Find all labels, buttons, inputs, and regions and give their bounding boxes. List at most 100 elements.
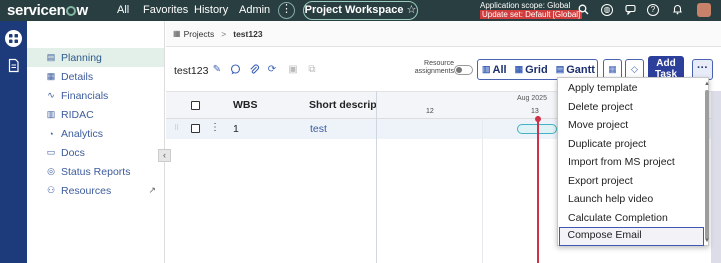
sidebar-item-label: Financials xyxy=(61,89,109,102)
short-description-cell[interactable]: test xyxy=(310,123,327,135)
sidebar-item-label: Docs xyxy=(61,146,85,159)
sidebar-item-resources[interactable]: ⚇ Resources ↗ xyxy=(27,181,164,200)
wbs-cell[interactable]: 1 xyxy=(233,123,239,135)
breadcrumb-current: test123 xyxy=(233,28,263,39)
ridac-icon: ▥ xyxy=(46,109,56,119)
menu-item-import-ms-project[interactable]: Import from MS project xyxy=(559,153,704,172)
menu-item-apply-template[interactable]: Apply template xyxy=(559,79,704,98)
gantt-view-icon: ▤ xyxy=(555,64,565,74)
more-actions-menu: Apply template Delete project Move proje… xyxy=(557,77,710,246)
view-all-button[interactable]: ▥ All xyxy=(478,60,511,79)
breadcrumb: ▦ Projects > test123 xyxy=(166,21,721,47)
right-panel-edge xyxy=(711,91,721,263)
sidebar-item-docs[interactable]: ▭ Docs xyxy=(27,143,164,162)
status-reports-icon: ◎ xyxy=(47,166,55,176)
resources-icon: ⚇ xyxy=(46,185,56,195)
top-navigation-bar: servicen w All Favorites History Admin ⋮ … xyxy=(0,0,721,21)
update-set-label: Update set: Default [Global] xyxy=(480,10,583,19)
grid-header: WBS Short description xyxy=(166,91,396,119)
comment-icon[interactable] xyxy=(229,64,241,76)
menu-item-delete-project[interactable]: Delete project xyxy=(559,98,704,117)
menu-item-export-project[interactable]: Export project xyxy=(559,172,704,191)
gantt-gridline xyxy=(482,119,483,263)
breadcrumb-projects[interactable]: Projects xyxy=(184,29,215,39)
help-icon[interactable]: ? xyxy=(647,4,659,16)
chat-icon[interactable] xyxy=(624,4,636,16)
apps-grid-icon[interactable] xyxy=(5,30,22,47)
record-title: test123 xyxy=(174,65,209,77)
view-grid-button[interactable]: ▦ Grid xyxy=(511,60,552,79)
baseline-icon: ⧉ xyxy=(308,64,316,75)
drag-handle-icon[interactable]: ⠿ xyxy=(174,124,179,132)
scope-label: Application scope: Global xyxy=(480,1,571,10)
servicenow-logo[interactable]: servicen w xyxy=(7,2,88,19)
resource-assignments-toggle[interactable] xyxy=(454,65,473,75)
row-menu-icon[interactable]: ⋮ xyxy=(210,122,220,133)
planning-icon: ▤ xyxy=(46,52,56,62)
projects-grid-icon: ▦ xyxy=(173,29,181,38)
table-row[interactable]: ⠿ ⋮ 1 test xyxy=(166,119,376,139)
menu-item-compose-email[interactable]: Compose Email xyxy=(559,227,704,246)
resource-assignments-label: Resource assignments xyxy=(414,60,454,75)
column-header-wbs[interactable]: WBS xyxy=(233,99,258,111)
sidebar-item-analytics[interactable]: ◔ Analytics xyxy=(27,124,164,143)
project-sidebar: ▤ Planning ▦ Details ∿ Financials ▥ RIDAC ◔ A… xyxy=(27,21,165,263)
view-grid-label: Grid xyxy=(525,63,548,76)
refresh-icon[interactable]: ⟳ xyxy=(266,64,278,76)
sidebar-item-details[interactable]: ▦ Details xyxy=(27,67,164,86)
sidebar-item-status-reports[interactable]: ◎ Status Reports xyxy=(27,162,164,181)
user-avatar[interactable] xyxy=(697,3,711,17)
view-all-label: All xyxy=(492,63,507,76)
external-link-icon: ↗ xyxy=(148,185,156,195)
menu-scrollbar[interactable] xyxy=(705,90,709,240)
sidebar-collapse-button[interactable]: ‹ xyxy=(158,149,171,162)
details-icon: ▦ xyxy=(46,71,56,81)
document-icon[interactable] xyxy=(5,57,22,74)
nav-admin[interactable]: Admin xyxy=(239,4,270,16)
row-checkbox[interactable] xyxy=(191,124,200,133)
gantt-month-label: Aug 2025 xyxy=(517,95,547,102)
sidebar-item-label: Details xyxy=(61,70,94,83)
nav-favorites[interactable]: Favorites xyxy=(143,4,188,16)
menu-item-calculate-completion-estimates[interactable]: Calculate Completion Estimates xyxy=(559,209,704,242)
sidebar-item-label: Resources xyxy=(61,184,112,197)
sidebar-item-label: Planning xyxy=(61,51,102,64)
sidebar-item-label: RIDAC xyxy=(61,108,94,121)
more-menu-button[interactable]: ⋮ xyxy=(278,2,295,19)
sidebar-item-label: Analytics xyxy=(61,127,104,140)
globe-icon[interactable]: ◍ xyxy=(601,4,613,16)
sidebar-item-planning[interactable]: ▤ Planning xyxy=(27,48,164,67)
search-icon[interactable] xyxy=(577,4,589,16)
bell-icon[interactable] xyxy=(671,4,683,16)
scroll-down-arrow-icon[interactable]: ▼ xyxy=(704,238,710,244)
workspace-label: Project Workspace xyxy=(304,4,404,16)
menu-item-launch-help-video[interactable]: Launch help video xyxy=(559,190,704,209)
sidebar-item-label: Status Reports xyxy=(61,165,131,178)
application-scope-indicator[interactable]: Application scope: Global Update set: De… xyxy=(480,1,583,19)
docs-icon: ▭ xyxy=(46,147,56,157)
select-all-checkbox[interactable] xyxy=(191,101,200,110)
grid-view-icon: ▦ xyxy=(514,64,524,74)
all-view-icon: ▥ xyxy=(482,64,491,74)
view-gantt-label: Gantt xyxy=(566,63,595,76)
today-marker-line xyxy=(537,116,539,263)
save-icon: ▣ xyxy=(288,64,298,75)
sidebar-item-ridac[interactable]: ▥ RIDAC xyxy=(27,105,164,124)
menu-item-move-project[interactable]: Move project xyxy=(559,116,704,135)
analytics-icon: ◔ xyxy=(48,128,54,139)
menu-item-duplicate-project[interactable]: Duplicate project xyxy=(559,135,704,154)
nav-all[interactable]: All xyxy=(117,4,129,16)
gantt-day-label: 12 xyxy=(426,108,434,115)
workspace-pill-button[interactable]: Project Workspace ☆ xyxy=(303,1,418,20)
breadcrumb-separator: > xyxy=(221,28,227,39)
financials-icon: ∿ xyxy=(47,90,55,100)
left-rail xyxy=(0,21,27,263)
attachment-icon[interactable] xyxy=(248,64,260,76)
scroll-up-arrow-icon[interactable]: ▲ xyxy=(704,81,710,87)
gantt-day-label: 13 xyxy=(531,108,539,115)
nav-history[interactable]: History xyxy=(194,4,228,16)
favorite-star-icon[interactable]: ☆ xyxy=(407,4,417,16)
sidebar-item-financials[interactable]: ∿ Financials xyxy=(27,86,164,105)
today-marker-dot xyxy=(535,116,541,122)
edit-pencil-icon[interactable]: ✎ xyxy=(211,64,223,76)
